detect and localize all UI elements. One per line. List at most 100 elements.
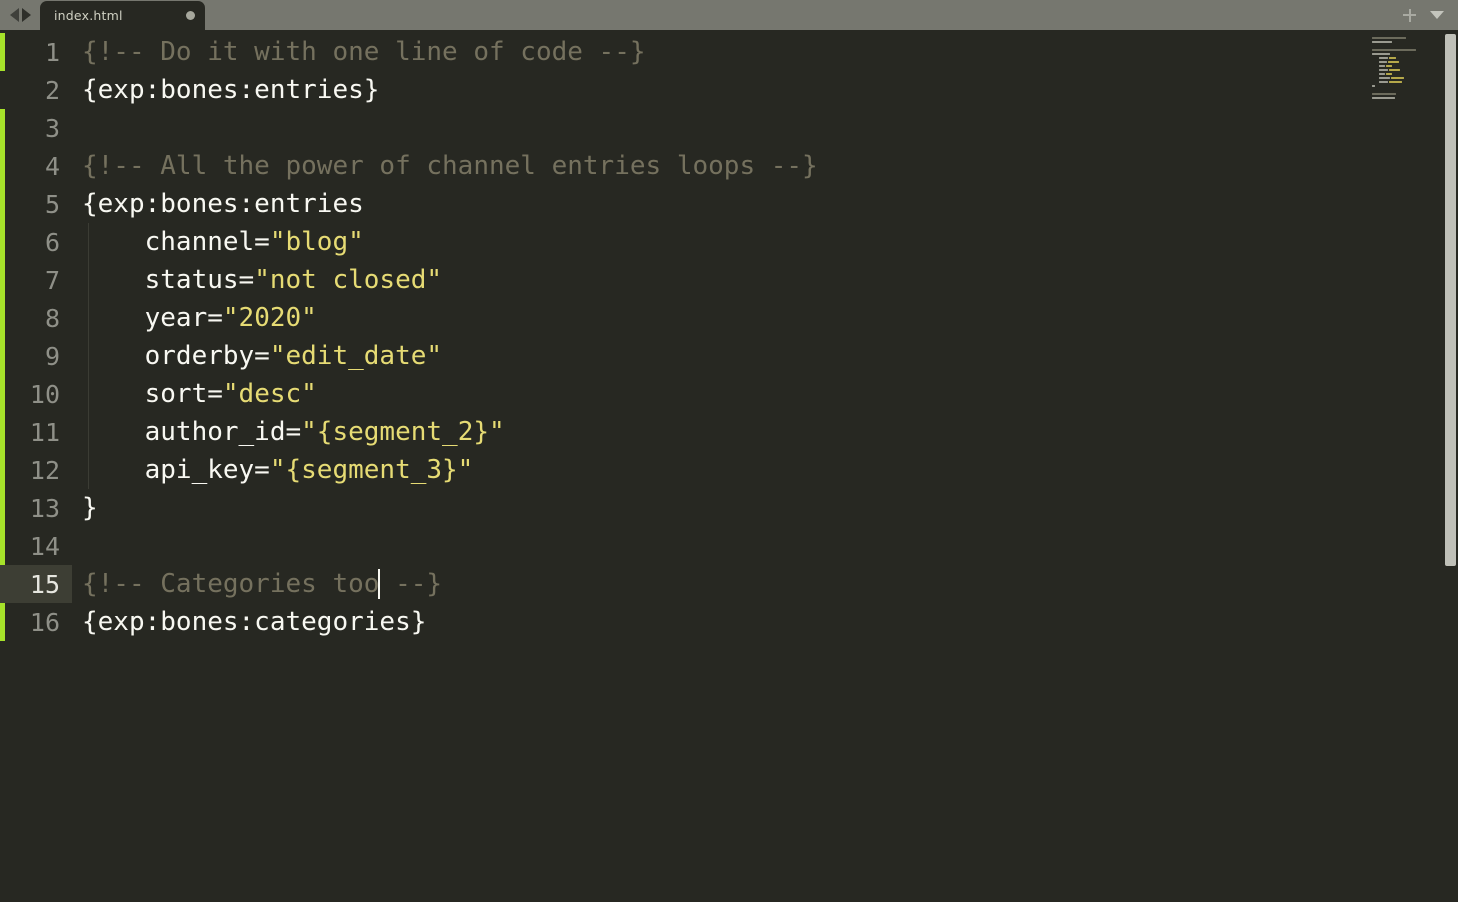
code-line[interactable]: 2 {exp:bones:entries} xyxy=(0,71,1360,109)
code-line-content[interactable]: api_key="{segment_3}" xyxy=(72,455,474,485)
token-comment: {!-- All the power of channel entries lo… xyxy=(82,151,818,181)
minimap-line xyxy=(1372,56,1428,59)
code-line[interactable]: 9 orderby="edit_date" xyxy=(0,337,1360,375)
line-number: 13 xyxy=(29,493,60,523)
editor-window: index.html 1 {!-- Do it with one line of … xyxy=(0,0,1458,902)
code-lines[interactable]: 1 {!-- Do it with one line of code --} 2 {e… xyxy=(0,30,1360,902)
code-line-content[interactable]: {exp:bones:entries xyxy=(72,191,364,217)
minimap-segment xyxy=(1372,76,1377,79)
code-line-content[interactable]: channel="blog" xyxy=(72,229,364,255)
line-number-gutter[interactable]: 6 xyxy=(0,223,72,261)
line-number: 6 xyxy=(44,227,60,257)
triangle-right-icon[interactable] xyxy=(21,8,31,22)
tab-index-html[interactable]: index.html xyxy=(40,1,205,30)
minimap-segment xyxy=(1372,52,1390,55)
minimap-segment xyxy=(1378,80,1388,83)
line-number-gutter[interactable]: 3 xyxy=(0,109,72,147)
code-line[interactable]: 10 sort="desc" xyxy=(0,375,1360,413)
line-number-gutter[interactable]: 2 xyxy=(0,71,72,109)
minimap-segment xyxy=(1389,80,1402,83)
line-number: 3 xyxy=(44,113,60,143)
minimap-line xyxy=(1372,52,1428,55)
minimap-line xyxy=(1372,84,1428,87)
minimap-segment xyxy=(1372,96,1395,99)
line-number: 16 xyxy=(29,607,60,637)
minimap-segment xyxy=(1372,64,1377,67)
minimap[interactable] xyxy=(1372,36,1428,99)
token-string: "2020" xyxy=(222,303,317,333)
line-number-gutter[interactable]: 1 xyxy=(0,33,72,71)
minimap-line xyxy=(1372,60,1428,63)
code-line[interactable]: 6 channel="blog" xyxy=(0,223,1360,261)
line-number: 10 xyxy=(29,379,60,409)
token-comment: {!-- Categories too xyxy=(82,569,380,599)
triangle-left-icon[interactable] xyxy=(9,8,19,22)
code-editor[interactable]: 1 {!-- Do it with one line of code --} 2 {e… xyxy=(0,30,1458,902)
line-number-gutter[interactable]: 10 xyxy=(0,375,72,413)
token-comment: --} xyxy=(379,569,443,599)
line-number: 15 xyxy=(29,569,60,599)
plus-icon[interactable] xyxy=(1403,8,1416,22)
code-line-content[interactable]: sort="desc" xyxy=(72,381,317,407)
minimap-segment xyxy=(1372,84,1375,87)
line-number-gutter[interactable]: 8 xyxy=(0,299,72,337)
code-line-content[interactable]: {!-- All the power of channel entries lo… xyxy=(72,153,818,179)
line-number-gutter[interactable]: 13 xyxy=(0,489,72,527)
code-line[interactable]: 3 xyxy=(0,109,1360,147)
code-line-content[interactable]: {exp:bones:entries} xyxy=(72,77,379,103)
vertical-scrollbar-thumb[interactable] xyxy=(1445,34,1456,566)
code-line[interactable]: 14 xyxy=(0,527,1360,565)
line-number-gutter[interactable]: 12 xyxy=(0,451,72,489)
line-number-gutter[interactable]: 14 xyxy=(0,527,72,565)
line-number-gutter[interactable]: 16 xyxy=(0,603,72,641)
token-comment: {!-- Do it with one line of code --} xyxy=(82,37,646,67)
tab-bar-actions xyxy=(1403,0,1458,30)
minimap-segment xyxy=(1389,56,1396,59)
code-line[interactable]: 8 year="2020" xyxy=(0,299,1360,337)
code-line-content[interactable]: } xyxy=(72,495,98,521)
line-number-gutter[interactable]: 11 xyxy=(0,413,72,451)
token-string: "desc" xyxy=(222,379,317,409)
line-number: 5 xyxy=(44,189,60,219)
minimap-segment xyxy=(1372,40,1392,43)
minimap-line xyxy=(1372,96,1428,99)
code-line[interactable]: 16 {exp:bones:categories} xyxy=(0,603,1360,641)
line-number-gutter[interactable]: 15 xyxy=(0,565,72,603)
token-string: "blog" xyxy=(269,227,364,257)
code-line-content[interactable]: status="not closed" xyxy=(72,267,442,293)
code-line-content[interactable]: orderby="edit_date" xyxy=(72,343,442,369)
token-plain: channel= xyxy=(82,227,270,257)
code-line[interactable]: 4 {!-- All the power of channel entries l… xyxy=(0,147,1360,185)
line-number-gutter[interactable]: 4 xyxy=(0,147,72,185)
line-number-gutter[interactable]: 9 xyxy=(0,337,72,375)
vertical-scrollbar[interactable] xyxy=(1443,30,1458,902)
minimap-line xyxy=(1372,76,1428,79)
code-line-content[interactable]: year="2020" xyxy=(72,305,317,331)
code-line-content[interactable]: author_id="{segment_2}" xyxy=(72,419,505,445)
token-plain: orderby= xyxy=(82,341,270,371)
line-number-gutter[interactable]: 7 xyxy=(0,261,72,299)
minimap-segment xyxy=(1378,60,1387,63)
code-line[interactable]: 11 author_id="{segment_2}" xyxy=(0,413,1360,451)
minimap-segment xyxy=(1372,36,1406,39)
code-line[interactable]: 12 api_key="{segment_3}" xyxy=(0,451,1360,489)
token-plain: status= xyxy=(82,265,255,295)
code-line-content[interactable]: {exp:bones:categories} xyxy=(72,609,426,635)
code-line[interactable]: 7 status="not closed" xyxy=(0,261,1360,299)
token-string: "{segment_3}" xyxy=(269,455,474,485)
minimap-segment xyxy=(1378,56,1388,59)
minimap-line xyxy=(1372,40,1428,43)
caret-down-icon[interactable] xyxy=(1430,11,1444,19)
line-number: 8 xyxy=(44,303,60,333)
line-number-gutter[interactable]: 5 xyxy=(0,185,72,223)
line-number: 2 xyxy=(44,75,60,105)
code-line[interactable]: 13} xyxy=(0,489,1360,527)
code-line[interactable]: 5 {exp:bones:entries xyxy=(0,185,1360,223)
code-line[interactable]: 1 {!-- Do it with one line of code --} xyxy=(0,33,1360,71)
tab-modified-dot-icon[interactable] xyxy=(186,11,195,20)
code-line-content[interactable]: {!-- Categories too --} xyxy=(72,569,442,599)
minimap-segment xyxy=(1389,68,1400,71)
tab-label: index.html xyxy=(54,8,123,23)
code-line-content[interactable]: {!-- Do it with one line of code --} xyxy=(72,39,646,65)
code-line[interactable]: 15 {!-- Categories too --} xyxy=(0,565,1360,603)
